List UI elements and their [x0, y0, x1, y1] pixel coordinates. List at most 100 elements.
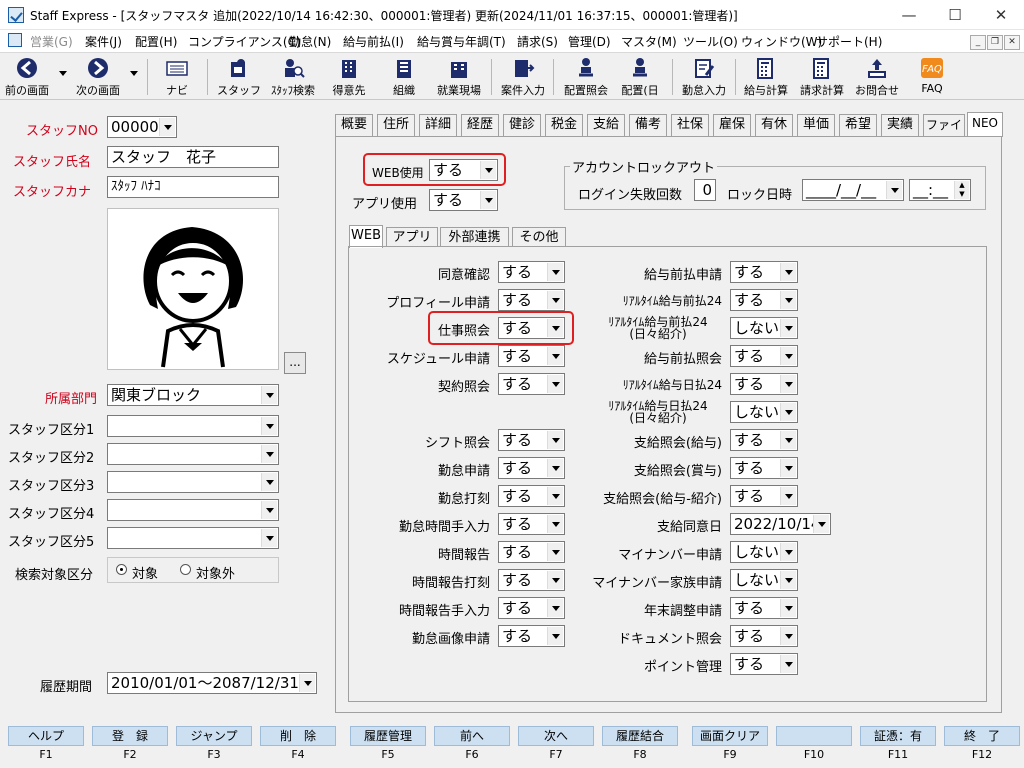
web-setting-select[interactable]: しない — [730, 541, 798, 563]
web-setting-select[interactable]: する — [498, 373, 565, 395]
chevron-down-icon[interactable] — [299, 674, 315, 692]
chevron-down-icon[interactable] — [780, 655, 796, 673]
tab-checkup[interactable]: 健診 — [503, 114, 541, 136]
staff-search-button[interactable]: ｽﾀｯﾌ検索 — [266, 53, 320, 101]
function-key-button[interactable]: 次へ — [518, 726, 594, 746]
web-setting-select[interactable]: する — [498, 485, 565, 507]
function-key-button[interactable]: 画面クリア — [692, 726, 768, 746]
radio-target[interactable] — [116, 564, 127, 575]
chevron-down-icon[interactable] — [480, 161, 496, 179]
chevron-down-icon[interactable] — [480, 191, 496, 209]
chevron-down-icon[interactable] — [261, 417, 277, 435]
chevron-down-icon[interactable] — [780, 375, 796, 393]
web-setting-select[interactable]: する — [498, 261, 565, 283]
tab-neo[interactable]: NEO — [967, 112, 1003, 137]
chevron-down-icon[interactable] — [547, 375, 563, 393]
menu-seikyu[interactable]: 請求(S) — [517, 33, 558, 50]
tab-notes[interactable]: 備考 — [629, 114, 667, 136]
doc-icon[interactable] — [8, 33, 22, 47]
chevron-down-icon[interactable] — [780, 487, 796, 505]
tab-preference[interactable]: 希望 — [839, 114, 877, 136]
photo-browse-button[interactable]: ... — [284, 352, 306, 374]
staff-kubun1-select[interactable] — [107, 415, 279, 437]
subtab-other[interactable]: その他 — [512, 227, 566, 247]
dept-select[interactable]: 関東ブロック — [107, 384, 279, 406]
staff-no-select[interactable]: 000002 — [107, 116, 177, 138]
chevron-down-icon[interactable] — [780, 291, 796, 309]
chevron-down-icon[interactable] — [813, 515, 829, 533]
chevron-down-icon[interactable] — [547, 291, 563, 309]
chevron-down-icon[interactable] — [780, 627, 796, 645]
function-key-button[interactable]: 証憑：有 — [860, 726, 936, 746]
lock-time-input[interactable]: __:__ ▲ ▼ — [909, 179, 971, 201]
function-key-button[interactable]: 前へ — [434, 726, 510, 746]
menu-support[interactable]: サポート(H) — [816, 33, 882, 50]
chevron-down-icon[interactable] — [780, 403, 796, 421]
web-setting-select[interactable]: する — [730, 597, 798, 619]
web-setting-select[interactable]: しない — [730, 569, 798, 591]
close-button[interactable]: ✕ — [978, 0, 1024, 30]
function-key-button[interactable]: 履歴結合 — [602, 726, 678, 746]
web-setting-select[interactable]: 2022/10/14 — [730, 513, 831, 535]
staff-button[interactable]: スタッフ — [216, 53, 262, 101]
chevron-down-icon[interactable] — [261, 386, 277, 404]
menu-kyuyo[interactable]: 給与賞与年調(T) — [417, 33, 506, 50]
function-key-button[interactable]: 履歴管理 — [350, 726, 426, 746]
web-setting-select[interactable]: する — [730, 261, 798, 283]
tab-unit-price[interactable]: 単価 — [797, 114, 835, 136]
inquiry-button[interactable]: お問合せ — [852, 53, 902, 101]
menu-kanri[interactable]: 管理(D) — [568, 33, 611, 50]
forward-dropdown-icon[interactable] — [130, 71, 138, 76]
minimize-button[interactable]: — — [886, 0, 932, 30]
function-key-button[interactable]: ヘルプ — [8, 726, 84, 746]
chevron-down-icon[interactable] — [780, 571, 796, 589]
menu-haichi[interactable]: 配置(H) — [135, 33, 177, 50]
web-setting-select[interactable]: する — [498, 429, 565, 451]
faq-button[interactable]: FAQ FAQ — [910, 53, 954, 101]
chevron-down-icon[interactable] — [547, 319, 563, 337]
chevron-down-icon[interactable] — [780, 431, 796, 449]
app-use-select[interactable]: する — [429, 189, 498, 211]
chevron-down-icon[interactable] — [547, 459, 563, 477]
menu-compliance[interactable]: コンプライアンス(C) — [188, 33, 301, 50]
navi-button[interactable]: ナビ — [155, 53, 199, 101]
chevron-down-icon[interactable] — [780, 319, 796, 337]
forward-button[interactable]: 次の画面 — [72, 53, 124, 101]
tab-social-insurance[interactable]: 社保 — [671, 114, 709, 136]
tab-file[interactable]: ファイル — [923, 114, 965, 152]
chevron-down-icon[interactable] — [547, 543, 563, 561]
login-fail-count[interactable]: 0 — [694, 179, 716, 201]
menu-eigyo[interactable]: 営業(G) — [30, 33, 73, 50]
web-setting-select[interactable]: する — [730, 485, 798, 507]
chevron-down-icon[interactable] — [261, 501, 277, 519]
web-setting-select[interactable]: する — [498, 513, 565, 535]
web-setting-select[interactable]: する — [730, 429, 798, 451]
web-setting-select[interactable]: する — [730, 653, 798, 675]
radio-exclude[interactable] — [180, 564, 191, 575]
history-period-select[interactable]: 2010/01/01～2087/12/31 — [107, 672, 317, 694]
web-setting-select[interactable]: する — [498, 317, 565, 339]
web-setting-select[interactable]: する — [730, 625, 798, 647]
organization-button[interactable]: 組織 — [381, 53, 427, 101]
function-key-button[interactable]: 削 除 — [260, 726, 336, 746]
chevron-down-icon[interactable] — [886, 181, 902, 199]
chevron-down-icon[interactable] — [780, 263, 796, 281]
staff-kubun3-select[interactable] — [107, 471, 279, 493]
chevron-down-icon[interactable] — [261, 529, 277, 547]
client-button[interactable]: 得意先 — [326, 53, 372, 101]
chevron-down-icon[interactable] — [159, 118, 175, 136]
staff-kubun2-select[interactable] — [107, 443, 279, 465]
web-setting-select[interactable]: しない — [730, 317, 798, 339]
web-setting-select[interactable]: する — [730, 457, 798, 479]
web-setting-select[interactable]: しない — [730, 401, 798, 423]
placement-inquiry-button[interactable]: 配置照会 — [559, 53, 613, 101]
function-key-button[interactable] — [776, 726, 852, 746]
tab-results[interactable]: 実績 — [881, 114, 919, 136]
menu-anken[interactable]: 案件(J) — [85, 33, 122, 50]
staff-kubun4-select[interactable] — [107, 499, 279, 521]
tab-address[interactable]: 住所 — [377, 114, 415, 136]
web-setting-select[interactable]: する — [730, 373, 798, 395]
tab-overview[interactable]: 概要 — [335, 114, 373, 136]
mdi-minimize-icon[interactable]: _ — [970, 35, 986, 50]
web-setting-select[interactable]: する — [498, 625, 565, 647]
